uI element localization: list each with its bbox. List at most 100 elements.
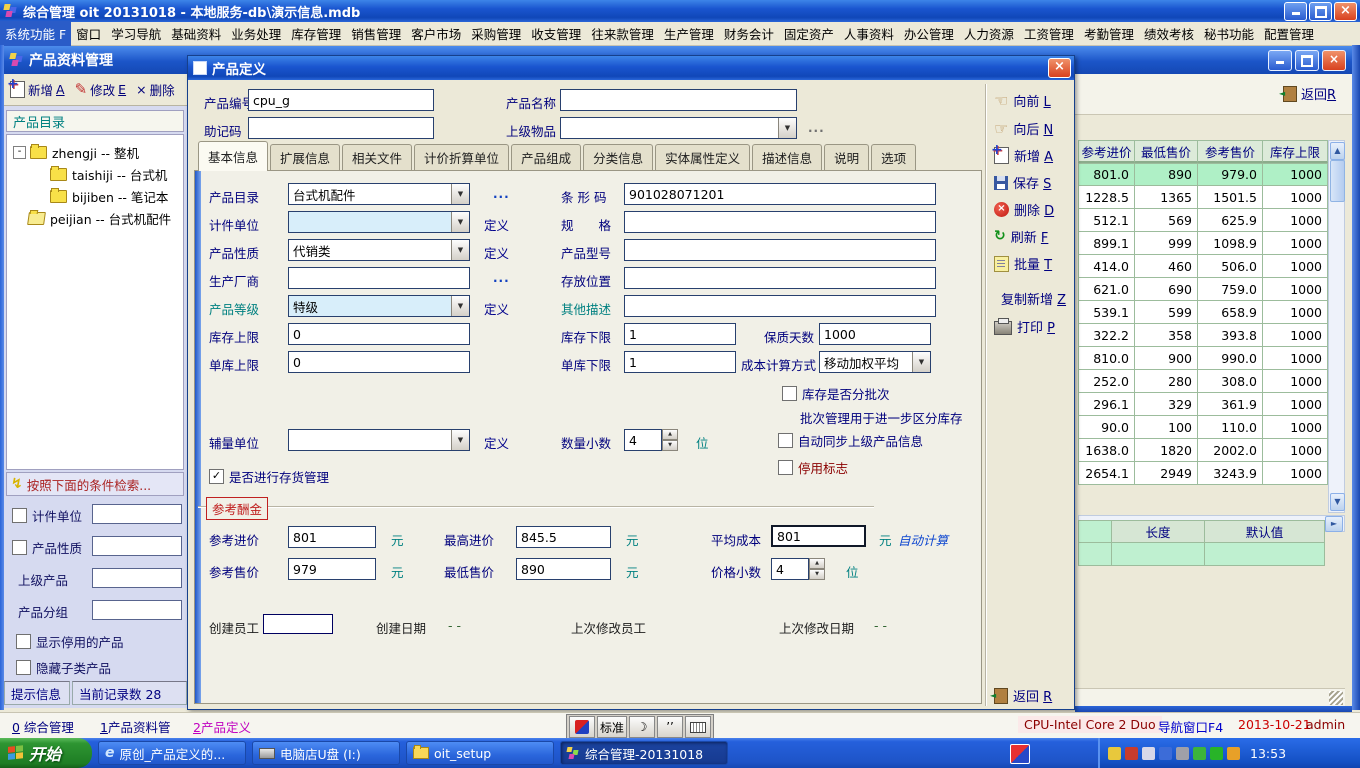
chevron-down-icon[interactable]: ▼ bbox=[451, 240, 469, 260]
parent-item-browse[interactable]: ... bbox=[808, 121, 825, 135]
toolbar-button[interactable]: ✎修改E bbox=[75, 80, 127, 99]
ime-indicator-icon[interactable] bbox=[1010, 744, 1030, 764]
filter-parent-input[interactable] bbox=[92, 568, 182, 588]
menu-item[interactable]: 生产管理 bbox=[659, 21, 719, 46]
filter-group-input[interactable] bbox=[92, 600, 182, 620]
tab-分类信息[interactable]: 分类信息 bbox=[583, 144, 653, 171]
window-tab[interactable]: 2产品定义 bbox=[193, 717, 251, 736]
chevron-down-icon[interactable]: ▼ bbox=[451, 184, 469, 204]
tab-扩展信息[interactable]: 扩展信息 bbox=[270, 144, 340, 171]
side-button-A[interactable]: 新增 A bbox=[994, 146, 1053, 165]
define-link[interactable]: 定义 bbox=[484, 215, 509, 234]
parent-item-combo[interactable]: ▼ bbox=[560, 117, 797, 139]
max-buy-input[interactable]: 845.5 bbox=[516, 526, 611, 548]
table-row[interactable]: 621.0690759.01000 bbox=[1078, 278, 1328, 301]
form-input[interactable] bbox=[288, 267, 470, 289]
scroll-down-icon[interactable]: ▼ bbox=[1330, 493, 1345, 511]
ime-punctuation-button[interactable]: ’’ bbox=[657, 716, 683, 738]
table-row[interactable]: 801.0890979.01000 bbox=[1078, 163, 1328, 186]
close-button[interactable]: × bbox=[1334, 2, 1357, 21]
side-button-F[interactable]: ↻刷新 F bbox=[994, 227, 1048, 246]
stock-upper-input[interactable]: 0 bbox=[288, 323, 470, 345]
table-row[interactable]: 252.0280308.01000 bbox=[1078, 370, 1328, 393]
taskbar-button[interactable]: 综合管理-20131018 bbox=[560, 741, 728, 765]
ime-logo-button[interactable] bbox=[569, 716, 595, 738]
column-header[interactable]: 参考售价 bbox=[1198, 140, 1263, 163]
taskbar-button[interactable]: e原创_产品定义的... bbox=[98, 741, 246, 765]
scrollbar-thumb[interactable] bbox=[1330, 160, 1345, 202]
menu-item[interactable]: 窗口 bbox=[71, 21, 106, 46]
update-icon[interactable] bbox=[1193, 747, 1206, 760]
taskbar-button[interactable]: 电脑店U盘 (I:) bbox=[252, 741, 400, 765]
mnemonic-input[interactable] bbox=[248, 117, 434, 139]
side-button-N[interactable]: ☞向后 N bbox=[994, 119, 1053, 138]
form-input[interactable] bbox=[624, 267, 936, 289]
filter-nature-checkbox[interactable] bbox=[12, 540, 27, 555]
window-tab[interactable]: 1产品资料管 bbox=[100, 717, 170, 736]
creator-input[interactable] bbox=[263, 614, 333, 634]
hide-sub-checkbox[interactable] bbox=[16, 660, 31, 675]
menu-item[interactable]: 秘书功能 bbox=[1199, 21, 1259, 46]
menu-item[interactable]: 固定资产 bbox=[779, 21, 839, 46]
browse-button[interactable]: ... bbox=[493, 271, 510, 285]
menu-item[interactable]: 库存管理 bbox=[286, 21, 346, 46]
column-header[interactable]: 参考进价 bbox=[1078, 140, 1135, 163]
menu-item[interactable]: 人力资源 bbox=[959, 21, 1019, 46]
tab-计价折算单位[interactable]: 计价折算单位 bbox=[414, 144, 509, 171]
table-row[interactable]: 90.0100110.01000 bbox=[1078, 416, 1328, 439]
table-row[interactable]: 810.0900990.01000 bbox=[1078, 347, 1328, 370]
table-row[interactable]: 296.1329361.91000 bbox=[1078, 393, 1328, 416]
scroll-up-icon[interactable]: ▲ bbox=[1330, 142, 1345, 160]
resize-grip[interactable] bbox=[1329, 691, 1343, 705]
tab-实体属性定义[interactable]: 实体属性定义 bbox=[655, 144, 750, 171]
spin-up-icon[interactable]: ▲ bbox=[662, 429, 678, 440]
menu-item[interactable]: 销售管理 bbox=[346, 21, 406, 46]
chevron-down-icon[interactable]: ▼ bbox=[778, 118, 796, 138]
chevron-down-icon[interactable]: ▼ bbox=[451, 296, 469, 316]
show-disabled-checkbox[interactable] bbox=[16, 634, 31, 649]
toolbar-button[interactable]: ×删除 bbox=[136, 80, 175, 99]
form-combo[interactable]: 特级▼ bbox=[288, 295, 470, 317]
filter-unit-checkbox[interactable] bbox=[12, 508, 27, 523]
menu-item[interactable]: 配置管理 bbox=[1259, 21, 1319, 46]
tab-选项[interactable]: 选项 bbox=[871, 144, 916, 171]
tree-item[interactable]: bijiben -- 笔记本 bbox=[7, 185, 183, 207]
menu-item[interactable]: 人事资料 bbox=[839, 21, 899, 46]
aux-unit-combo[interactable]: ▼ bbox=[288, 429, 470, 451]
chevron-down-icon[interactable]: ▼ bbox=[451, 430, 469, 450]
menu-item[interactable]: 采购管理 bbox=[466, 21, 526, 46]
qty-decimal-stepper[interactable]: 4 ▲▼ bbox=[624, 429, 678, 451]
child-close-button[interactable]: × bbox=[1322, 50, 1346, 71]
spin-down-icon[interactable]: ▼ bbox=[809, 569, 825, 580]
tree-item[interactable]: taishiji -- 台式机 bbox=[7, 163, 183, 185]
side-button-P[interactable]: 打印 P bbox=[994, 317, 1055, 336]
sync-checkbox[interactable] bbox=[778, 433, 793, 448]
ref-sell-input[interactable]: 979 bbox=[288, 558, 376, 580]
tab-描述信息[interactable]: 描述信息 bbox=[752, 144, 822, 171]
price-decimal-stepper[interactable]: 4 ▲▼ bbox=[771, 558, 825, 580]
chevron-down-icon[interactable]: ▼ bbox=[451, 212, 469, 232]
side-button-T[interactable]: 批量 T bbox=[994, 254, 1052, 273]
menu-item[interactable]: 财务会计 bbox=[719, 21, 779, 46]
ref-buy-input[interactable]: 801 bbox=[288, 526, 376, 548]
define-link[interactable]: 定义 bbox=[484, 299, 509, 318]
menu-item[interactable]: 收支管理 bbox=[526, 21, 586, 46]
chevron-down-icon[interactable]: ▼ bbox=[912, 352, 930, 372]
child-minimize-button[interactable] bbox=[1268, 50, 1292, 71]
window-tab[interactable]: 0 综合管理 bbox=[12, 717, 74, 736]
menu-item[interactable]: 考勤管理 bbox=[1079, 21, 1139, 46]
attribute-table-row[interactable] bbox=[1078, 543, 1325, 566]
table-row[interactable]: 322.2358393.81000 bbox=[1078, 324, 1328, 347]
table-row[interactable]: 414.0460506.01000 bbox=[1078, 255, 1328, 278]
form-input[interactable]: 901028071201 bbox=[624, 183, 936, 205]
dialog-return-button[interactable]: 返回 R bbox=[994, 686, 1052, 705]
tab-相关文件[interactable]: 相关文件 bbox=[342, 144, 412, 171]
form-combo[interactable]: 代销类▼ bbox=[288, 239, 470, 261]
messenger-icon[interactable] bbox=[1142, 747, 1155, 760]
menu-item[interactable]: 绩效考核 bbox=[1139, 21, 1199, 46]
stop-flag-checkbox[interactable] bbox=[778, 460, 793, 475]
unit-upper-input[interactable]: 0 bbox=[288, 351, 470, 373]
toolbar-button[interactable]: 新增A bbox=[10, 80, 65, 99]
table-row[interactable]: 1228.513651501.51000 bbox=[1078, 186, 1328, 209]
volume-muted-icon[interactable] bbox=[1125, 747, 1138, 760]
